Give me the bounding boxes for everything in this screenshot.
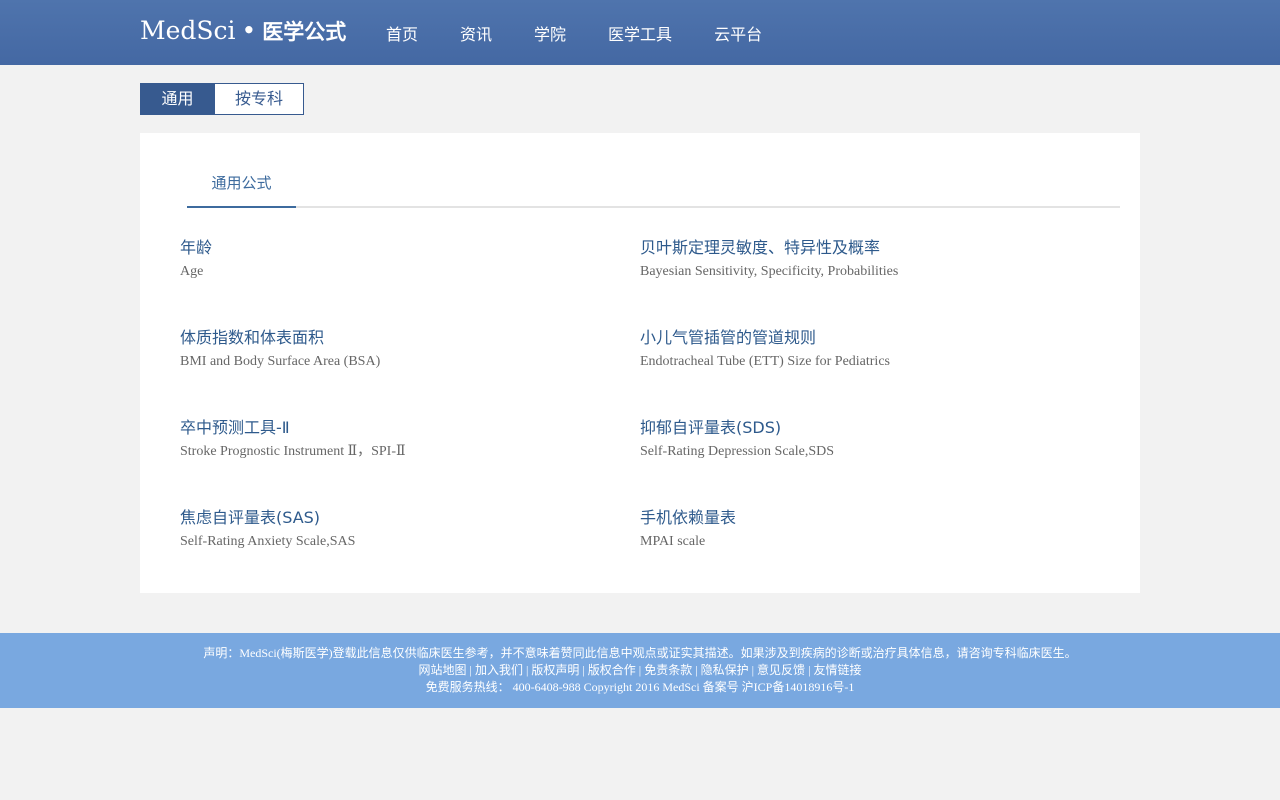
main-nav: 首页 资讯 学院 医学工具 云平台: [386, 0, 804, 65]
logo-dot: •: [241, 16, 257, 45]
nav-home[interactable]: 首页: [386, 21, 418, 45]
formula-title-en: Age: [180, 264, 204, 279]
formula-title-cn[interactable]: 抑郁自评量表(SDS): [640, 417, 1060, 439]
nav-medical-tools[interactable]: 医学工具: [608, 21, 672, 45]
footer-link-disclaimer[interactable]: 免责条款: [644, 663, 692, 677]
formula-item[interactable]: 年龄 Age: [180, 237, 600, 282]
subtab-general-formulas[interactable]: 通用公式: [187, 161, 296, 208]
footer-statement: 声明：MedSci(梅斯医学)登载此信息仅供临床医生参考，并不意味着赞同此信息中…: [203, 646, 1077, 660]
footer-hotline: 免费服务热线： 400-6408-988 Copyright 2016 MedS…: [425, 680, 855, 694]
footer-separator: |: [579, 663, 588, 677]
formula-item[interactable]: 抑郁自评量表(SDS) Self-Rating Depression Scale…: [640, 417, 1060, 462]
formula-item[interactable]: 手机依赖量表 MPAI scale: [640, 507, 1060, 552]
footer-link-copyright-cooperation[interactable]: 版权合作: [588, 663, 636, 677]
formula-card: 通用公式 年龄 Age 贝叶斯定理灵敏度、特异性及概率 Bayesian Sen…: [140, 133, 1140, 593]
footer-separator: |: [635, 663, 645, 677]
footer-link-sitemap[interactable]: 网站地图: [419, 663, 467, 677]
footer-separator: |: [466, 663, 475, 677]
formula-item[interactable]: 体质指数和体表面积 BMI and Body Surface Area (BSA…: [180, 327, 600, 372]
subtab-bar: 通用公式: [187, 161, 1120, 208]
formula-title-cn[interactable]: 小儿气管插管的管道规则: [640, 327, 1060, 349]
nav-academy[interactable]: 学院: [534, 21, 566, 45]
formula-title-cn[interactable]: 卒中预测工具-Ⅱ: [180, 417, 600, 439]
formula-title-en: Self-Rating Anxiety Scale,SAS: [180, 534, 356, 549]
tab-general[interactable]: 通用: [140, 83, 215, 115]
formula-item[interactable]: 卒中预测工具-Ⅱ Stroke Prognostic Instrument Ⅱ，…: [180, 417, 600, 462]
formula-title-en: Bayesian Sensitivity, Specificity, Proba…: [640, 264, 899, 279]
logo-text-cn: 医学公式: [262, 20, 347, 44]
footer-links: 网站地图 | 加入我们 | 版权声明 | 版权合作 | 免责条款 | 隐私保护 …: [0, 662, 1280, 679]
formula-title-en: MPAI scale: [640, 534, 706, 549]
category-tabs: 通用 按专科: [140, 83, 304, 115]
formula-title-en: Endotracheal Tube (ETT) Size for Pediatr…: [640, 354, 890, 369]
formula-title-en: Stroke Prognostic Instrument Ⅱ，SPI-Ⅱ: [180, 444, 406, 459]
formula-item[interactable]: 焦虑自评量表(SAS) Self-Rating Anxiety Scale,SA…: [180, 507, 600, 552]
footer-link-join-us[interactable]: 加入我们: [475, 663, 523, 677]
formula-title-cn[interactable]: 焦虑自评量表(SAS): [180, 507, 600, 529]
tab-by-specialty[interactable]: 按专科: [215, 83, 304, 115]
page-footer: 声明：MedSci(梅斯医学)登载此信息仅供临床医生参考，并不意味着赞同此信息中…: [0, 633, 1280, 708]
formula-title-en: Self-Rating Depression Scale,SDS: [640, 444, 835, 459]
footer-link-feedback[interactable]: 意见反馈: [757, 663, 805, 677]
medsci-logo[interactable]: MedSci • 医学公式: [140, 16, 346, 46]
nav-cloud-platform[interactable]: 云平台: [714, 21, 762, 45]
top-header: MedSci • 医学公式 首页 资讯 学院 医学工具 云平台: [0, 0, 1280, 65]
nav-news[interactable]: 资讯: [460, 21, 492, 45]
formula-title-cn[interactable]: 贝叶斯定理灵敏度、特异性及概率: [640, 237, 1060, 259]
footer-link-privacy[interactable]: 隐私保护: [701, 663, 749, 677]
formula-item[interactable]: 贝叶斯定理灵敏度、特异性及概率 Bayesian Sensitivity, Sp…: [640, 237, 1060, 282]
footer-separator: |: [748, 663, 758, 677]
formula-item[interactable]: 小儿气管插管的管道规则 Endotracheal Tube (ETT) Size…: [640, 327, 1060, 372]
formula-title-en: BMI and Body Surface Area (BSA): [180, 354, 381, 369]
formula-title-cn[interactable]: 手机依赖量表: [640, 507, 1060, 529]
footer-link-copyright[interactable]: 版权声明: [531, 663, 579, 677]
formula-title-cn[interactable]: 年龄: [180, 237, 600, 259]
logo-text-en: MedSci: [140, 16, 236, 45]
footer-separator: |: [692, 663, 701, 677]
footer-link-friendly-links[interactable]: 友情链接: [813, 663, 861, 677]
formula-title-cn[interactable]: 体质指数和体表面积: [180, 327, 600, 349]
